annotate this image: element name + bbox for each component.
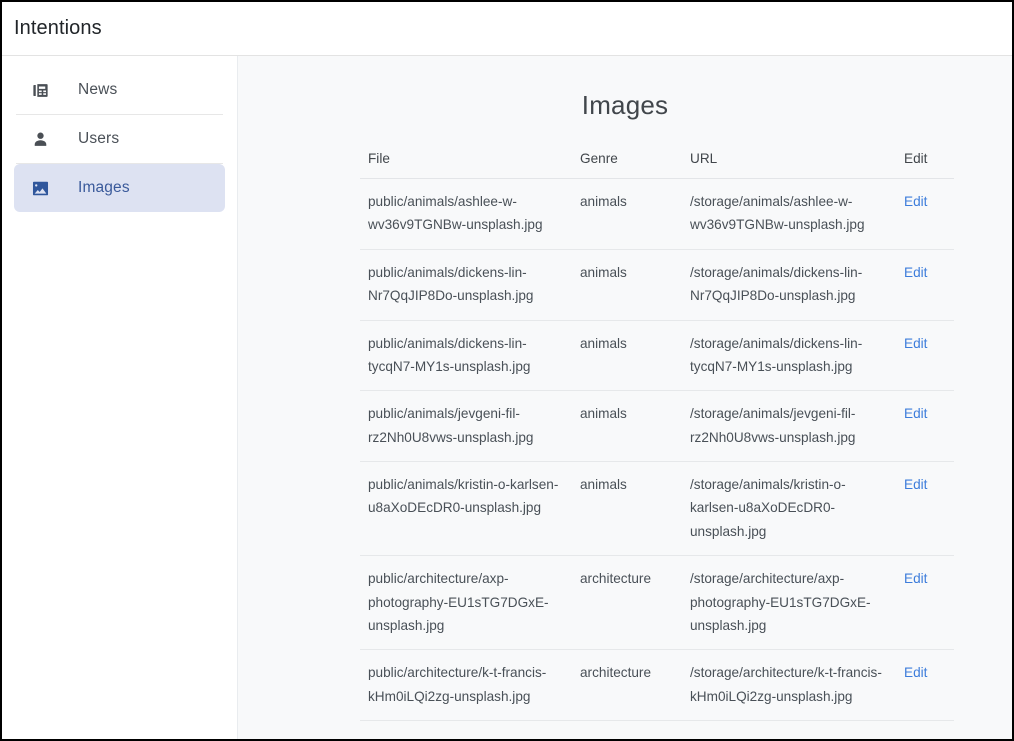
column-header-url: URL [682, 145, 896, 179]
cell-edit: Edit [896, 461, 954, 557]
sidebar-item-label-images: Images [78, 179, 130, 196]
cell-edit: Edit [896, 649, 954, 721]
edit-link[interactable]: Edit [904, 194, 927, 209]
cell-url: /storage/animals/dickens-lin-Nr7QqJIP8Do… [682, 249, 896, 321]
app-window: Intentions News Users Images Images File… [0, 0, 1014, 741]
cell-edit: Edit [896, 178, 954, 250]
cell-file: public/animals/jevgeni-fil-rz2Nh0U8vws-u… [360, 390, 572, 462]
cell-edit: Edit [896, 249, 954, 321]
cell-genre: animals [572, 390, 682, 462]
main-content: Images File Genre URL Edit public/animal… [238, 56, 1012, 739]
edit-link[interactable]: Edit [904, 336, 927, 351]
cell-file: public/architecture/axp-photography-EU1s… [360, 555, 572, 651]
cell-url: /storage/animals/kristin-o-karlsen-u8aXo… [682, 461, 896, 557]
table-head: File Genre URL Edit [360, 145, 954, 179]
cell-file: public/animals/ashlee-w-wv36v9TGNBw-unsp… [360, 178, 572, 250]
edit-link[interactable]: Edit [904, 477, 927, 492]
images-table-wrapper: File Genre URL Edit public/animals/ashle… [360, 145, 954, 721]
cell-url: /storage/architecture/k-t-francis-kHm0iL… [682, 649, 896, 721]
sidebar-item-images[interactable]: Images [14, 164, 225, 212]
column-header-file: File [360, 145, 572, 179]
cell-genre: animals [572, 461, 682, 557]
person-icon [28, 127, 52, 151]
table-row: public/architecture/axp-photography-EU1s… [360, 555, 954, 651]
cell-url: /storage/animals/dickens-lin-tycqN7-MY1s… [682, 320, 896, 392]
edit-link[interactable]: Edit [904, 265, 927, 280]
cell-url: /storage/animals/ashlee-w-wv36v9TGNBw-un… [682, 178, 896, 250]
edit-link[interactable]: Edit [904, 665, 927, 680]
cell-file: public/animals/dickens-lin-tycqN7-MY1s-u… [360, 320, 572, 392]
sidebar-item-news[interactable]: News [14, 66, 225, 114]
app-body: News Users Images Images File Genre URL … [2, 56, 1012, 739]
table-row: public/animals/jevgeni-fil-rz2Nh0U8vws-u… [360, 390, 954, 462]
sidebar-item-users[interactable]: Users [14, 115, 225, 163]
edit-link[interactable]: Edit [904, 571, 927, 586]
table-row: public/animals/dickens-lin-tycqN7-MY1s-u… [360, 320, 954, 392]
image-icon [28, 176, 52, 200]
cell-edit: Edit [896, 390, 954, 462]
cell-genre: animals [572, 320, 682, 392]
cell-genre: animals [572, 249, 682, 321]
cell-edit: Edit [896, 555, 954, 651]
cell-edit: Edit [896, 320, 954, 392]
cell-url: /storage/animals/jevgeni-fil-rz2Nh0U8vws… [682, 390, 896, 462]
table-row: public/animals/dickens-lin-Nr7QqJIP8Do-u… [360, 249, 954, 321]
sidebar: News Users Images [2, 56, 238, 739]
table-row: public/architecture/k-t-francis-kHm0iLQi… [360, 649, 954, 721]
app-title: Intentions [14, 17, 102, 39]
cell-genre: architecture [572, 555, 682, 651]
images-table: File Genre URL Edit public/animals/ashle… [360, 145, 954, 721]
page-title: Images [581, 90, 669, 120]
edit-link[interactable]: Edit [904, 406, 927, 421]
table-body: public/animals/ashlee-w-wv36v9TGNBw-unsp… [360, 178, 954, 721]
sidebar-item-label-news: News [78, 81, 118, 98]
sidebar-item-label-users: Users [78, 130, 120, 147]
column-header-genre: Genre [572, 145, 682, 179]
table-row: public/animals/ashlee-w-wv36v9TGNBw-unsp… [360, 178, 954, 250]
cell-file: public/architecture/k-t-francis-kHm0iLQi… [360, 649, 572, 721]
cell-genre: animals [572, 178, 682, 250]
table-row: public/animals/kristin-o-karlsen-u8aXoDE… [360, 461, 954, 557]
column-header-edit: Edit [896, 145, 954, 179]
cell-file: public/animals/kristin-o-karlsen-u8aXoDE… [360, 461, 572, 557]
app-header: Intentions [2, 2, 1012, 56]
cell-genre: architecture [572, 649, 682, 721]
cell-file: public/animals/dickens-lin-Nr7QqJIP8Do-u… [360, 249, 572, 321]
cell-url: /storage/architecture/axp-photography-EU… [682, 555, 896, 651]
newspaper-icon [28, 78, 52, 102]
table-header-row: File Genre URL Edit [360, 145, 954, 179]
